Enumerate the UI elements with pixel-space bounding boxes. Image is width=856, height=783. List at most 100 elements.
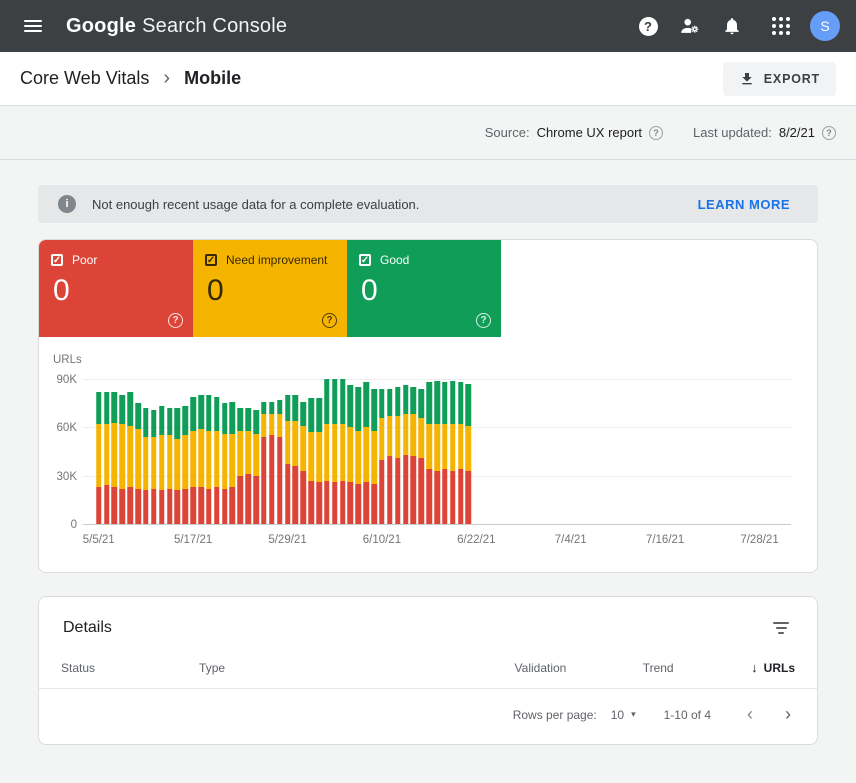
- chart-bar-segment-poor: [183, 489, 189, 524]
- chart-bar-segment-ni: [379, 418, 385, 460]
- chart-bar-segment-poor: [151, 489, 157, 524]
- help-icon: ?: [639, 17, 658, 36]
- chart-bar-segment-ni: [183, 435, 189, 488]
- column-status: Status: [61, 661, 199, 675]
- chart-bar-segment-good: [253, 410, 259, 434]
- next-page-button[interactable]: ›: [781, 704, 795, 725]
- chart-bar: [442, 382, 448, 524]
- chart-bar: [324, 379, 330, 524]
- chart-bar: [301, 402, 307, 524]
- chart-bar-segment-good: [151, 410, 157, 437]
- export-button[interactable]: EXPORT: [723, 62, 836, 96]
- previous-page-button[interactable]: ‹: [743, 704, 757, 725]
- checkbox-checked-icon[interactable]: ✓: [51, 254, 63, 266]
- source-label: Source:: [485, 125, 530, 140]
- chart-bar-segment-poor: [411, 456, 417, 524]
- chart-bar-segment-poor: [135, 489, 141, 524]
- chart-bar-segment-ni: [127, 426, 133, 487]
- chart-bar-segment-poor: [190, 487, 196, 524]
- chart-bar: [245, 408, 251, 524]
- chart-bar-segment-good: [379, 389, 385, 418]
- tile-ni-help-icon[interactable]: ?: [322, 313, 337, 328]
- tile-ni-label: Need improvement: [226, 253, 327, 267]
- tile-good-help-icon[interactable]: ?: [476, 313, 491, 328]
- chart-bar-segment-ni: [403, 414, 409, 454]
- avatar[interactable]: S: [810, 11, 840, 41]
- chart-bar: [340, 379, 346, 524]
- updated-label: Last updated:: [693, 125, 772, 140]
- tile-need-improvement[interactable]: ✓ Need improvement 0 ?: [193, 240, 347, 337]
- chart-bar-segment-poor: [293, 466, 299, 524]
- chart-bar: [104, 392, 110, 524]
- tile-poor[interactable]: ✓ Poor 0 ?: [39, 240, 193, 337]
- chart-bar: [379, 389, 385, 524]
- chart-bar-segment-poor: [230, 487, 236, 524]
- chart-bar-segment-good: [395, 387, 401, 416]
- chart-bar-segment-good: [120, 395, 126, 424]
- chart-bar: [466, 384, 472, 524]
- chart-bar-segment-good: [127, 392, 133, 426]
- learn-more-link[interactable]: LEARN MORE: [688, 191, 800, 218]
- chart-bar-segment-ni: [238, 431, 244, 476]
- checkbox-checked-icon[interactable]: ✓: [205, 254, 217, 266]
- chart-bar-segment-ni: [269, 414, 275, 435]
- chart-bar-segment-ni: [324, 424, 330, 480]
- chart-bar-segment-ni: [450, 424, 456, 471]
- source-help-icon[interactable]: ?: [649, 126, 663, 140]
- chart-bar-segment-good: [245, 408, 251, 431]
- chart-bar-segment-poor: [112, 487, 118, 524]
- chart-bar-segment-good: [426, 382, 432, 424]
- chart-bar: [175, 408, 181, 524]
- apps-button[interactable]: [756, 8, 792, 44]
- manage-users-button[interactable]: [672, 8, 708, 44]
- chart-bar: [277, 400, 283, 524]
- tile-good[interactable]: ✓ Good 0 ?: [347, 240, 501, 337]
- chart-bar-segment-good: [285, 395, 291, 421]
- rows-per-page-select[interactable]: 10 ▾: [611, 708, 636, 722]
- chart-xtick-label: 7/4/21: [555, 534, 587, 546]
- tile-poor-help-icon[interactable]: ?: [168, 313, 183, 328]
- column-urls-sort[interactable]: ↓URLs: [751, 660, 795, 675]
- chart-bar: [293, 395, 299, 524]
- chart-bar-segment-ni: [135, 429, 141, 489]
- chart-bar: [356, 387, 362, 524]
- updated-help-icon[interactable]: ?: [822, 126, 836, 140]
- chart-bar-segment-poor: [387, 456, 393, 524]
- chart-bar-segment-poor: [340, 481, 346, 525]
- tile-poor-label: Poor: [72, 253, 97, 267]
- chart-bar-segment-poor: [285, 464, 291, 524]
- chart-bar-segment-ni: [434, 424, 440, 471]
- chart-bar-segment-good: [167, 408, 173, 435]
- filter-icon[interactable]: [769, 618, 793, 638]
- help-button[interactable]: ?: [630, 8, 666, 44]
- chart-bar-segment-good: [206, 395, 212, 430]
- breadcrumb-section[interactable]: Core Web Vitals: [20, 68, 149, 89]
- notifications-button[interactable]: [714, 8, 750, 44]
- chart-bar-segment-good: [403, 385, 409, 414]
- banner-message: Not enough recent usage data for a compl…: [92, 197, 419, 212]
- chart-ytick-label: 30K: [41, 471, 77, 483]
- chart-bar-segment-good: [387, 389, 393, 416]
- chart-bar-segment-ni: [253, 434, 259, 476]
- chart-bar-segment-ni: [230, 434, 236, 487]
- chart-bar-segment-good: [419, 389, 425, 418]
- chart-bar-segment-good: [348, 385, 354, 427]
- chart-bar-segment-ni: [277, 414, 283, 437]
- chart-bar-segment-poor: [277, 437, 283, 524]
- chart-bar: [332, 379, 338, 524]
- menu-icon[interactable]: [24, 20, 42, 32]
- chart-bar-segment-poor: [426, 469, 432, 524]
- report-meta: Source: Chrome UX report ? Last updated:…: [0, 106, 856, 160]
- apps-grid-icon: [772, 17, 790, 35]
- chart-bar-segment-good: [301, 402, 307, 426]
- chart-bar-segment-good: [356, 387, 362, 431]
- chart-bar-segment-good: [277, 400, 283, 415]
- chart-bar-segment-poor: [245, 474, 251, 524]
- checkbox-checked-icon[interactable]: ✓: [359, 254, 371, 266]
- chart-bar-segment-poor: [198, 487, 204, 524]
- chart-bar-segment-poor: [127, 487, 133, 524]
- chart-xtick-label: 7/28/21: [740, 534, 778, 546]
- app-bar: Google Search Console ?: [0, 0, 856, 52]
- rows-per-page-label: Rows per page:: [513, 708, 597, 722]
- chart-bar: [411, 387, 417, 524]
